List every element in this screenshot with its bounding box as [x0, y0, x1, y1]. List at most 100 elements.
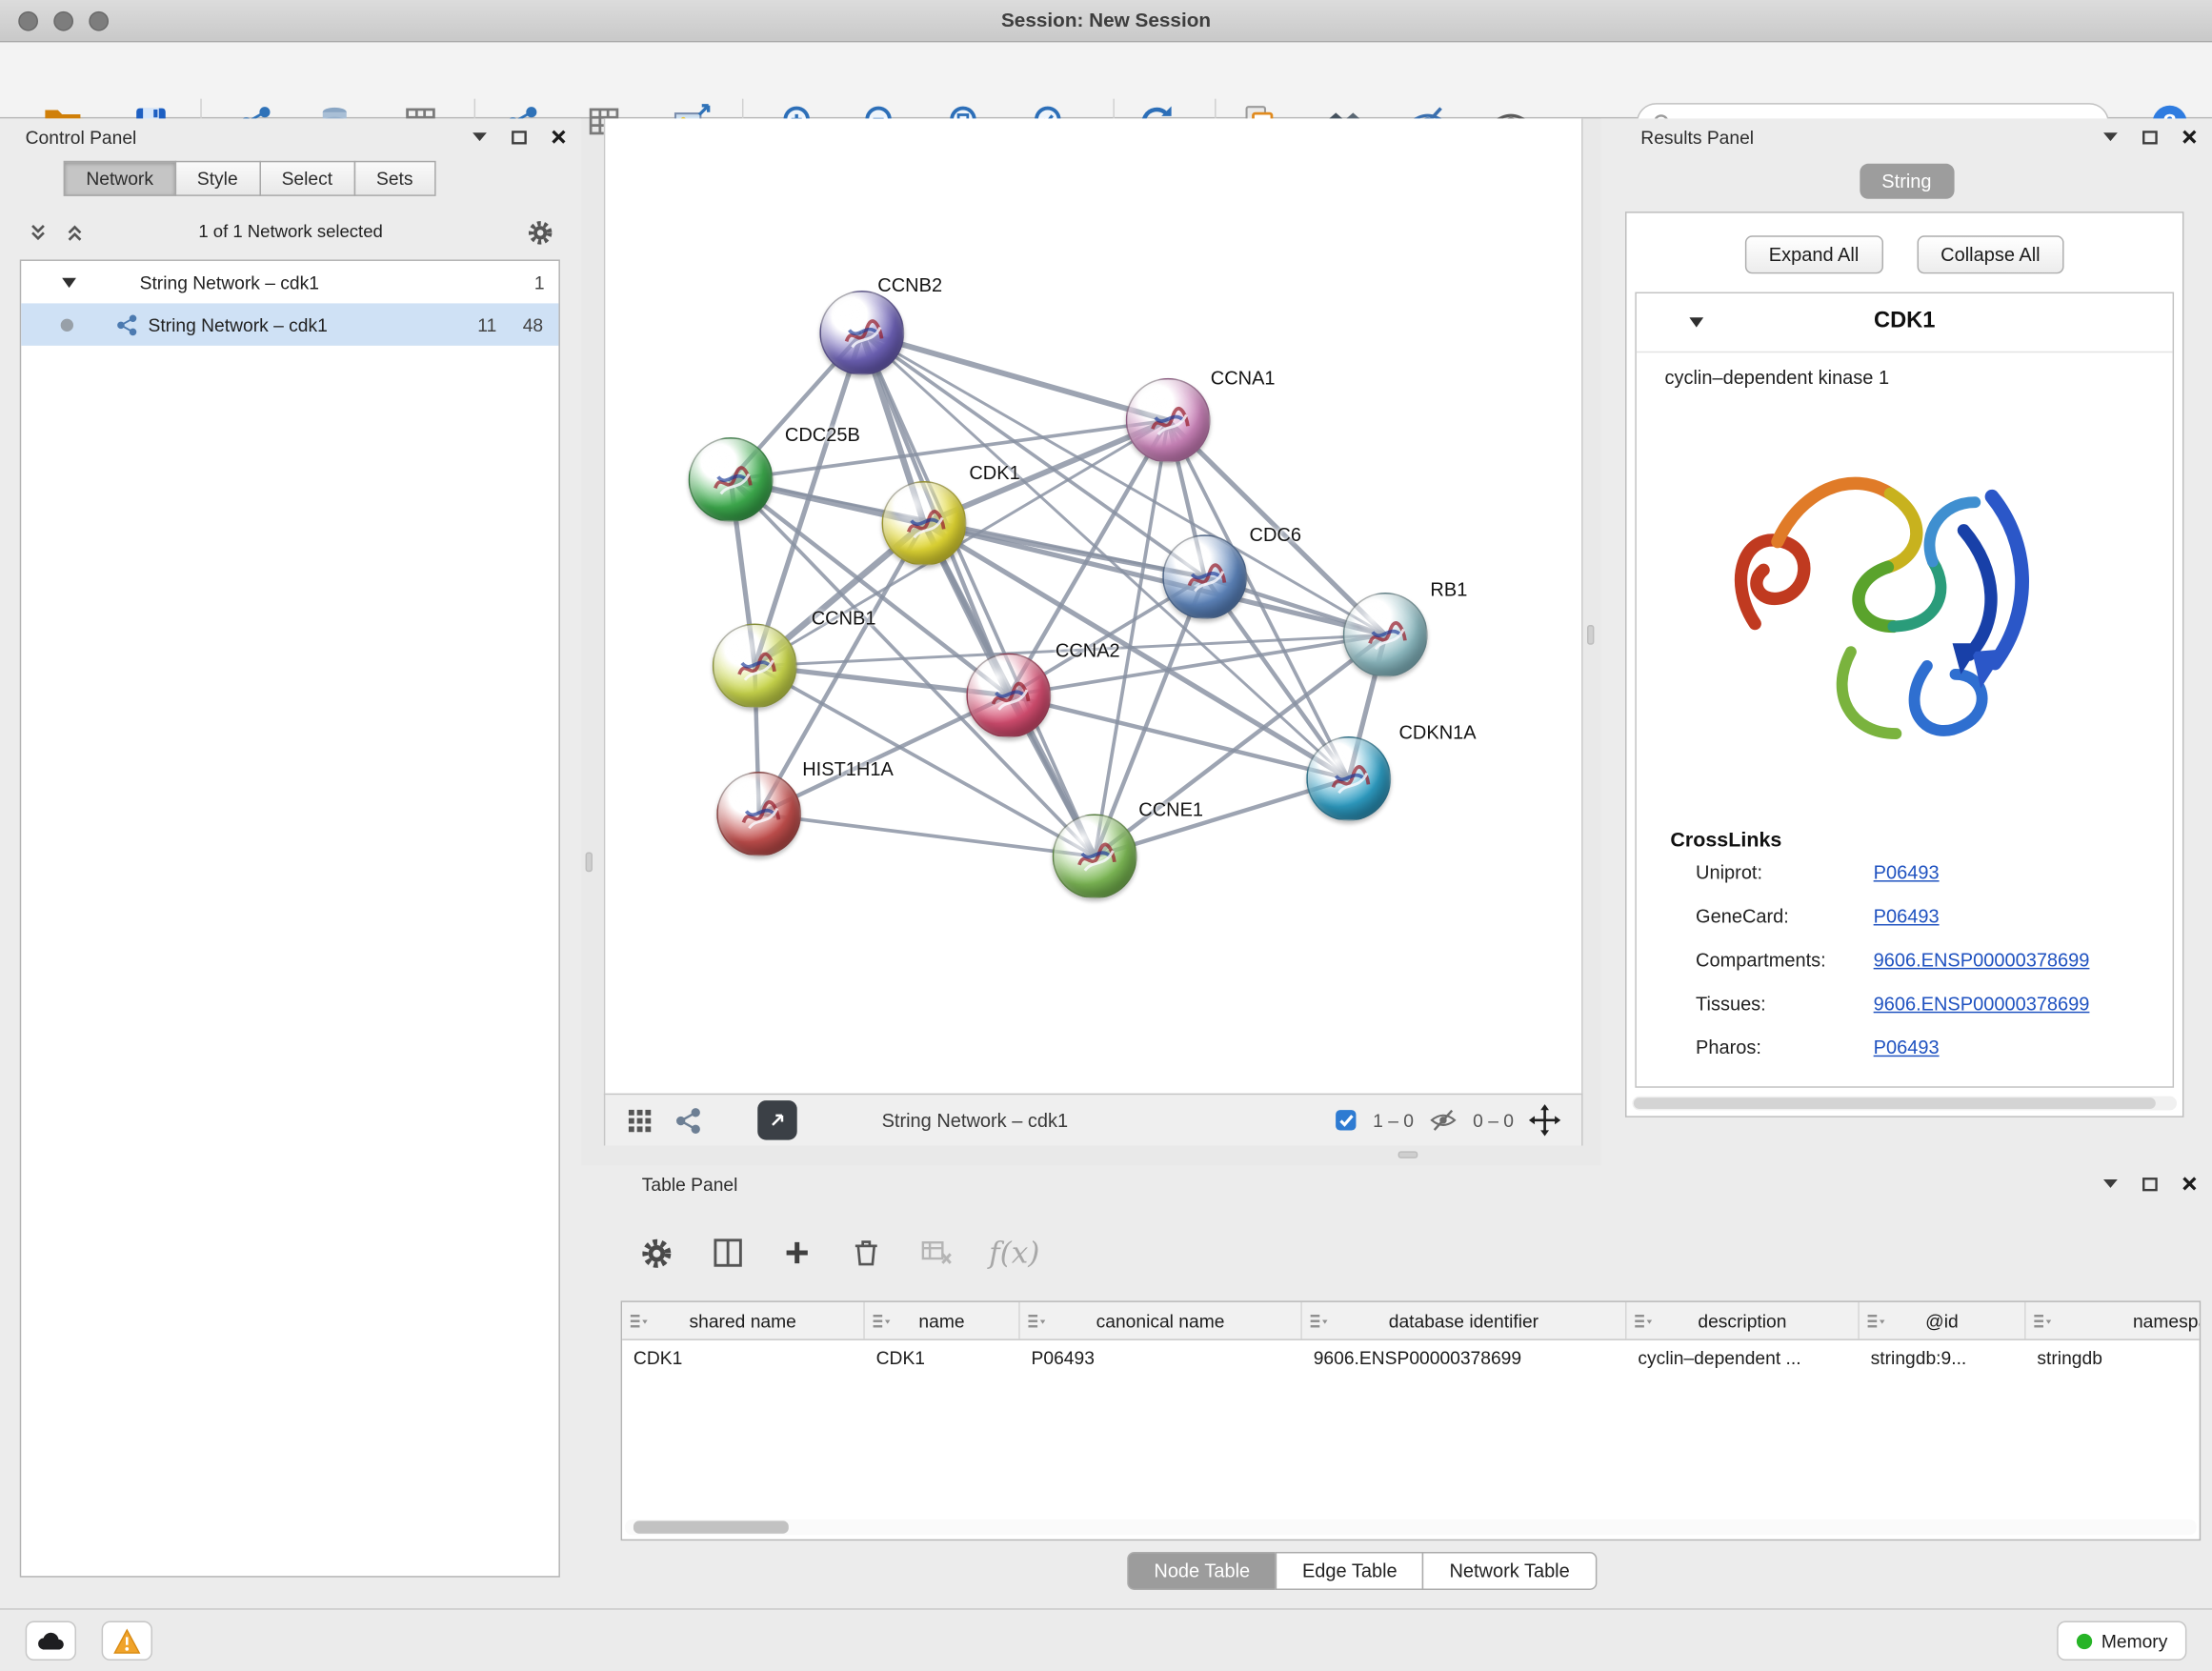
pan-move-icon[interactable] — [1528, 1103, 1562, 1137]
table-panel-title: Table Panel — [642, 1174, 738, 1195]
panel-close-icon[interactable] — [551, 129, 568, 146]
cell-namespace: stringdb — [2026, 1340, 2202, 1378]
panel-menu-caret-icon[interactable] — [2102, 130, 2120, 144]
crosslinks-title: CrossLinks — [1670, 830, 1781, 853]
vertical-splitter-handle[interactable] — [586, 852, 593, 872]
add-column-icon[interactable] — [780, 1236, 814, 1270]
network-node-RB1[interactable] — [1343, 593, 1428, 677]
tab-node-table[interactable]: Node Table — [1127, 1552, 1277, 1590]
tree-expander-icon[interactable] — [61, 274, 78, 290]
show-columns-icon[interactable] — [710, 1235, 747, 1272]
hidden-node-edge-count: 0 – 0 — [1473, 1110, 1514, 1131]
crosslink-row: Uniprot: P06493 — [1696, 852, 2159, 896]
node-label-HIST1H1A: HIST1H1A — [802, 758, 894, 779]
column-header-name[interactable]: name — [865, 1302, 1020, 1339]
column-header-canonical-name[interactable]: canonical name — [1020, 1302, 1302, 1339]
horizontal-splitter-handle[interactable] — [1398, 1151, 1418, 1158]
crosslink-link[interactable]: P06493 — [1874, 1037, 1940, 1057]
collection-label: String Network – cdk1 — [140, 272, 319, 292]
cell-description: cyclin–dependent ... — [1626, 1340, 1859, 1378]
network-node-CCNE1[interactable] — [1053, 814, 1137, 898]
tab-edge-table[interactable]: Edge Table — [1276, 1552, 1424, 1590]
tab-select[interactable]: Select — [259, 161, 355, 196]
hidden-eye-slash-icon[interactable] — [1428, 1106, 1459, 1135]
panel-float-icon[interactable] — [2142, 1176, 2159, 1191]
column-header-description[interactable]: description — [1626, 1302, 1859, 1339]
column-type-icon — [629, 1312, 647, 1330]
network-row[interactable]: String Network – cdk1 11 48 — [21, 303, 558, 345]
network-view-title: String Network – cdk1 — [882, 1110, 1069, 1131]
network-node-CCNB1[interactable] — [713, 624, 797, 709]
column-header-shared-name[interactable]: shared name — [622, 1302, 865, 1339]
network-node-HIST1H1A[interactable] — [716, 772, 801, 856]
crosslink-link[interactable]: P06493 — [1874, 862, 1940, 883]
tab-network[interactable]: Network — [64, 161, 176, 196]
network-collection-row[interactable]: String Network – cdk1 1 — [21, 261, 558, 303]
network-node-CCNB2[interactable] — [819, 291, 904, 375]
network-canvas[interactable]: CCNB2CCNA1CDC25BCDK1CDC6RB1CCNB1CCNA2CDK… — [604, 118, 1583, 1093]
network-node-CDC25B[interactable] — [689, 437, 774, 522]
protein-thumbnail-icon — [1325, 759, 1376, 801]
tab-string[interactable]: String — [1860, 164, 1955, 199]
external-arrow-icon — [765, 1108, 791, 1134]
tab-network-table[interactable]: Network Table — [1422, 1552, 1597, 1590]
right-splitter-handle[interactable] — [1587, 625, 1594, 645]
function-builder-button[interactable]: f(x) — [989, 1236, 1039, 1270]
table-horizontal-scrollbar[interactable] — [625, 1520, 2197, 1535]
results-scrollbar[interactable] — [1632, 1097, 2177, 1111]
panel-menu-caret-icon[interactable] — [2102, 1177, 2120, 1191]
column-header-namespace[interactable]: namespace — [2026, 1302, 2202, 1339]
protein-thumbnail-icon — [1361, 615, 1412, 657]
main-toolbar: ? — [0, 42, 2212, 118]
network-options-gear-icon[interactable] — [525, 217, 556, 249]
application-window: Session: New Session — [0, 0, 2212, 1670]
protein-thumbnail-icon — [900, 504, 951, 546]
network-node-CCNA1[interactable] — [1126, 378, 1211, 463]
collapse-all-button[interactable]: Collapse All — [1917, 235, 2064, 273]
tab-style[interactable]: Style — [174, 161, 260, 196]
open-in-external-button[interactable] — [757, 1100, 796, 1139]
birdseye-share-icon[interactable] — [674, 1105, 704, 1135]
network-node-CCNA2[interactable] — [966, 654, 1051, 738]
node-label-CDKN1A: CDKN1A — [1398, 721, 1476, 742]
grid-view-icon[interactable] — [625, 1105, 654, 1135]
memory-button[interactable]: Memory — [2057, 1621, 2186, 1661]
panel-close-icon[interactable] — [2181, 1176, 2198, 1193]
crosslink-link[interactable]: P06493 — [1874, 906, 1940, 927]
column-header-database-identifier[interactable]: database identifier — [1302, 1302, 1627, 1339]
warnings-button[interactable] — [102, 1621, 152, 1661]
selected-checkbox-icon[interactable] — [1334, 1108, 1359, 1134]
warning-icon — [112, 1627, 141, 1654]
cell-canonical-name: P06493 — [1020, 1340, 1302, 1378]
crosslink-link[interactable]: 9606.ENSP00000378699 — [1874, 950, 2090, 971]
protein-thumbnail-icon — [707, 460, 757, 502]
scrollbar-thumb[interactable] — [633, 1520, 789, 1533]
network-view-toolbar: String Network – cdk1 1 – 0 0 – 0 — [604, 1094, 1583, 1146]
panel-float-icon[interactable] — [511, 130, 528, 145]
protein-thumbnail-icon — [985, 675, 1036, 717]
tab-sets[interactable]: Sets — [353, 161, 435, 196]
protein-thumbnail-icon — [735, 795, 786, 836]
column-header-id[interactable]: @id — [1860, 1302, 2026, 1339]
current-network-bullet-icon — [61, 318, 73, 331]
network-share-icon — [115, 312, 139, 336]
cloud-status-button[interactable] — [26, 1621, 76, 1661]
network-node-CDKN1A[interactable] — [1306, 736, 1391, 821]
network-nodes-layer: CCNB2CCNA1CDC25BCDK1CDC6RB1CCNB1CCNA2CDK… — [605, 118, 1584, 1093]
string-results-box: Expand All Collapse All CDK1 cyclin–depe… — [1625, 211, 2183, 1117]
network-node-CDK1[interactable] — [882, 481, 967, 566]
delete-column-trash-icon[interactable] — [848, 1235, 885, 1272]
panel-float-icon[interactable] — [2142, 130, 2159, 145]
crosslink-link[interactable]: 9606.ENSP00000378699 — [1874, 994, 2090, 1015]
clear-table-icon-disabled — [918, 1235, 955, 1272]
panel-menu-caret-icon[interactable] — [472, 130, 489, 144]
table-row[interactable]: CDK1 CDK1 P06493 9606.ENSP00000378699 cy… — [622, 1340, 2200, 1378]
expand-all-button[interactable]: Expand All — [1745, 235, 1883, 273]
network-node-CDC6[interactable] — [1162, 534, 1247, 619]
node-label-CDC6: CDC6 — [1250, 524, 1301, 545]
panel-close-icon[interactable] — [2181, 129, 2198, 146]
cloud-icon — [35, 1629, 67, 1652]
gene-section: CDK1 cyclin–dependent kinase 1 — [1635, 292, 2174, 1088]
table-options-gear-icon[interactable] — [637, 1234, 675, 1272]
table-tabs: Node Table Edge Table Network Table — [1129, 1552, 1597, 1590]
